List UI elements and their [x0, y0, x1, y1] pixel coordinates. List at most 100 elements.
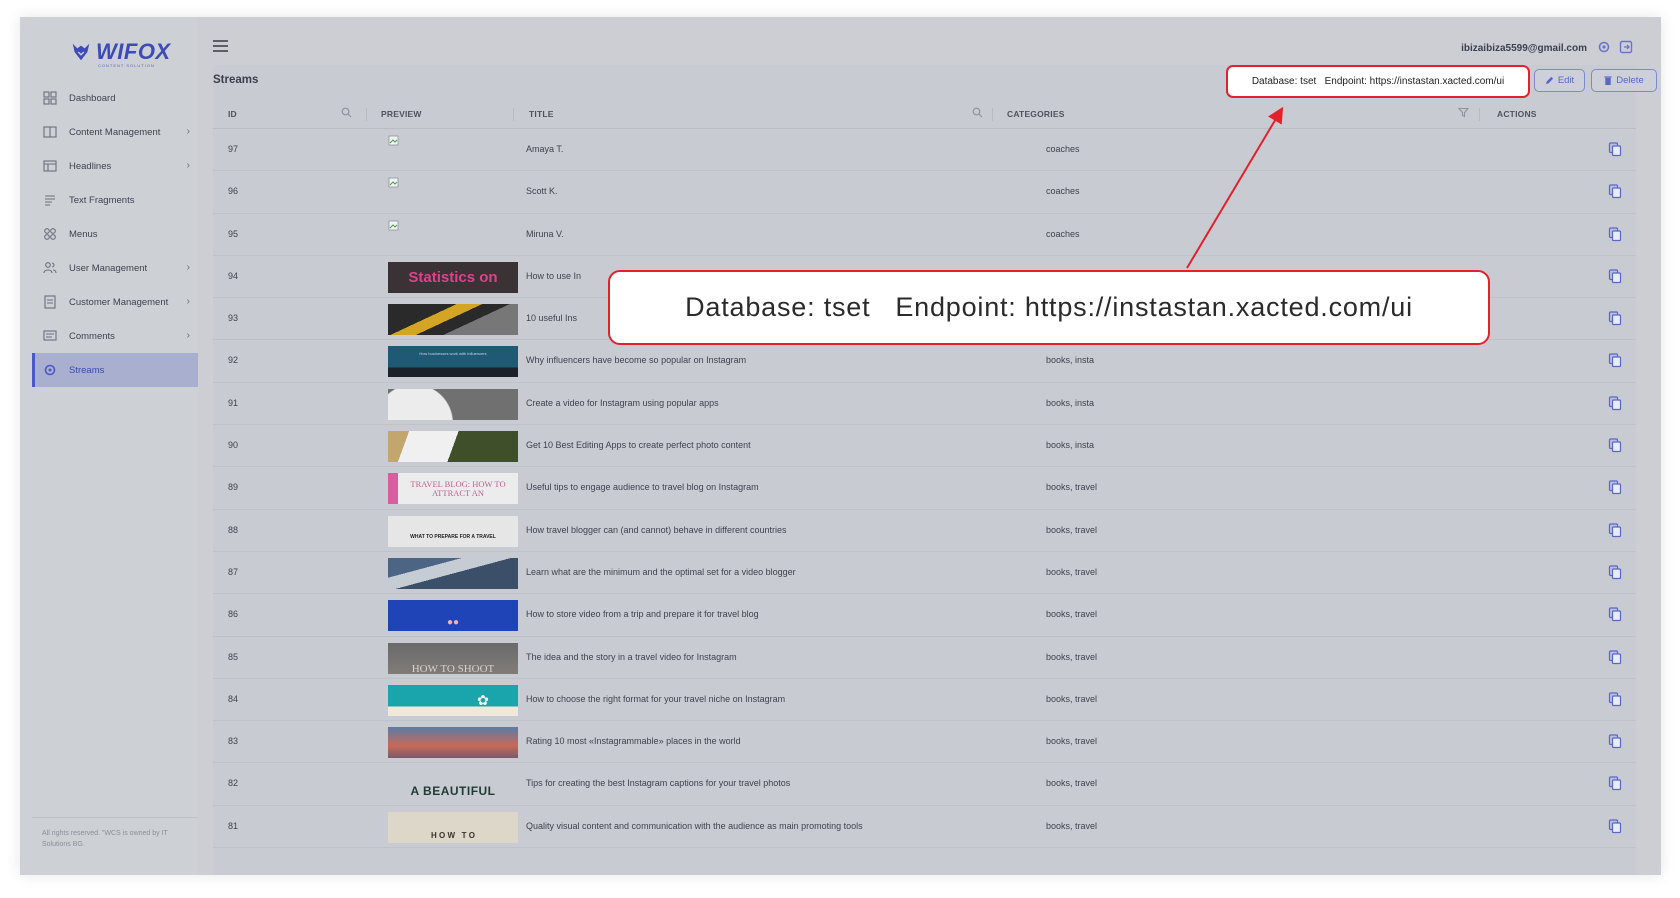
- row-categories: books, travel: [1046, 736, 1098, 747]
- row-title: Quality visual content and communication…: [526, 820, 863, 831]
- preview-caption: HOW TO SHOOT: [411, 662, 495, 674]
- row-categories: books, travel: [1046, 820, 1098, 831]
- copy-icon[interactable]: [1608, 607, 1622, 622]
- copy-icon[interactable]: [1608, 142, 1622, 157]
- chevron-right-icon: ›: [186, 330, 190, 341]
- table-row[interactable]: 91 Create a video for Instagram using pop…: [213, 383, 1636, 426]
- sidebar-item-label: Headlines: [69, 160, 112, 172]
- table-row[interactable]: 83 Rating 10 most «Instagrammable» places…: [213, 721, 1636, 764]
- table-row[interactable]: 87 Learn what are the minimum and the opt…: [213, 552, 1636, 595]
- table-header: ID PREVIEW TITLE CATEGORIES ACTIONS: [213, 99, 1636, 129]
- copy-icon[interactable]: [1608, 438, 1622, 453]
- preview-thumbnail[interactable]: Statistics on: [388, 261, 518, 293]
- sidebar-item-comments[interactable]: Comments ›: [32, 319, 198, 353]
- copy-icon[interactable]: [1608, 480, 1622, 495]
- preview-thumbnail[interactable]: [388, 388, 518, 420]
- row-id: 88: [228, 524, 239, 535]
- row-id: 90: [228, 440, 239, 451]
- sidebar-item-customer-management[interactable]: Customer Management ›: [32, 285, 198, 319]
- row-title: Rating 10 most «Instagrammable» places i…: [526, 736, 741, 747]
- sidebar-footer: All rights reserved. "WCS is owned by IT…: [42, 830, 168, 848]
- table-row[interactable]: 84 ✿ How to choose the right format for yo…: [213, 679, 1636, 722]
- preview-thumbnail[interactable]: [388, 304, 518, 336]
- preview-thumbnail[interactable]: A BEAUTIFUL: [388, 769, 518, 801]
- table-row[interactable]: 90 Get 10 Best Editing Apps to create per…: [213, 425, 1636, 468]
- copy-icon[interactable]: [1608, 226, 1622, 242]
- row-id: 89: [228, 482, 239, 493]
- edit-button[interactable]: Edit: [1534, 69, 1585, 92]
- copy-icon[interactable]: [1608, 734, 1622, 749]
- preview-thumbnail[interactable]: HOW TO SHOOT: [388, 642, 518, 674]
- copy-icon[interactable]: [1608, 692, 1622, 707]
- sidebar-item-streams[interactable]: Streams: [32, 353, 198, 387]
- table-row[interactable]: 82 A BEAUTIFUL Tips for creating the best …: [213, 763, 1636, 806]
- row-id: 83: [228, 736, 239, 747]
- copy-icon[interactable]: [1608, 184, 1622, 199]
- copy-icon[interactable]: [1608, 523, 1622, 538]
- sidebar-item-user-management[interactable]: User Management ›: [32, 251, 198, 285]
- copy-icon[interactable]: [1608, 649, 1622, 665]
- text-icon: [43, 193, 57, 207]
- row-title: Miruna V.: [526, 228, 564, 239]
- table-row[interactable]: 81 H O W T O Quality visual content and co…: [213, 806, 1636, 849]
- table-row[interactable]: 92 How businesses work with influencers Wh…: [213, 340, 1636, 383]
- row-id: 84: [228, 693, 239, 704]
- table-row[interactable]: 85 HOW TO SHOOT The idea and the story in …: [213, 637, 1636, 679]
- copy-icon[interactable]: [1608, 565, 1622, 580]
- table-row[interactable]: 86 ●● How to store video from a trip and p…: [213, 594, 1636, 637]
- row-categories: coaches: [1046, 228, 1080, 239]
- copy-icon[interactable]: [1608, 819, 1622, 834]
- preview-thumbnail[interactable]: H O W T O: [388, 811, 518, 843]
- brand-logo[interactable]: WIFOX: [70, 39, 171, 65]
- streams-icon: [43, 363, 57, 377]
- copy-icon[interactable]: [1608, 353, 1622, 368]
- delete-button[interactable]: Delete: [1591, 69, 1657, 92]
- preview-thumbnail[interactable]: TRAVEL BLOG: HOW TO ATTRACT AN: [388, 473, 518, 505]
- gear-icon[interactable]: [1597, 40, 1611, 54]
- sidebar-item-headlines[interactable]: Headlines ›: [32, 149, 198, 183]
- preview-thumbnail[interactable]: [388, 727, 518, 759]
- sidebar-item-content-management[interactable]: Content Management ›: [32, 115, 198, 149]
- preview-thumbnail[interactable]: ✿: [388, 684, 518, 716]
- table-row[interactable]: 88 WHAT TO PREPARE FOR A TRAVEL How travel…: [213, 510, 1636, 552]
- table-body: 97 Amaya T. coaches 96 Scott K. coaches 95 Miru…: [213, 129, 1636, 849]
- sidebar-item-menus[interactable]: Menus: [32, 217, 198, 251]
- chevron-right-icon: ›: [186, 296, 190, 307]
- sidebar-item-text-fragments[interactable]: Text Fragments: [32, 183, 198, 217]
- broken-image-icon: [388, 220, 399, 230]
- preview-thumbnail[interactable]: WHAT TO PREPARE FOR A TRAVEL: [388, 515, 518, 547]
- delete-button-label: Delete: [1616, 75, 1644, 86]
- comments-icon: [43, 329, 57, 343]
- sidebar-item-dashboard[interactable]: Dashboard: [32, 81, 198, 115]
- row-title: Scott K.: [526, 186, 558, 197]
- logout-icon[interactable]: [1619, 40, 1633, 54]
- search-icon[interactable]: [972, 107, 983, 118]
- filter-icon[interactable]: [1458, 107, 1469, 118]
- table-row[interactable]: 95 Miruna V. coaches: [213, 214, 1636, 256]
- column-header-title[interactable]: TITLE: [529, 109, 554, 119]
- search-icon[interactable]: [341, 107, 352, 118]
- preview-thumbnail[interactable]: ●●: [388, 600, 518, 632]
- table-row[interactable]: 97 Amaya T. coaches: [213, 129, 1636, 172]
- column-header-id[interactable]: ID: [228, 109, 237, 119]
- sidebar-item-label: Comments: [69, 330, 115, 342]
- copy-icon[interactable]: [1608, 311, 1622, 326]
- preview-thumbnail[interactable]: [388, 431, 518, 463]
- chevron-right-icon: ›: [186, 262, 190, 273]
- chevron-right-icon: ›: [186, 160, 190, 171]
- sidebar-nav: Dashboard Content Management › Headlines › Te…: [32, 81, 198, 387]
- db-endpoint-info: Database: tset Endpoint: https://instast…: [1226, 65, 1530, 98]
- preview-thumbnail[interactable]: How businesses work with influencers: [388, 346, 518, 378]
- column-header-preview[interactable]: PREVIEW: [381, 109, 422, 119]
- row-id: 82: [228, 778, 239, 789]
- row-title: Tips for creating the best Instagram cap…: [526, 778, 791, 789]
- copy-icon[interactable]: [1608, 269, 1622, 284]
- dashboard-icon: [43, 91, 57, 105]
- copy-icon[interactable]: [1608, 776, 1622, 791]
- preview-thumbnail[interactable]: [388, 557, 518, 589]
- table-row[interactable]: 89 TRAVEL BLOG: HOW TO ATTRACT AN Useful t…: [213, 467, 1636, 510]
- table-row[interactable]: 96 Scott K. coaches: [213, 171, 1636, 214]
- copy-icon[interactable]: [1608, 396, 1622, 411]
- column-header-categories[interactable]: CATEGORIES: [1007, 109, 1065, 119]
- hamburger-menu-icon[interactable]: [213, 40, 228, 52]
